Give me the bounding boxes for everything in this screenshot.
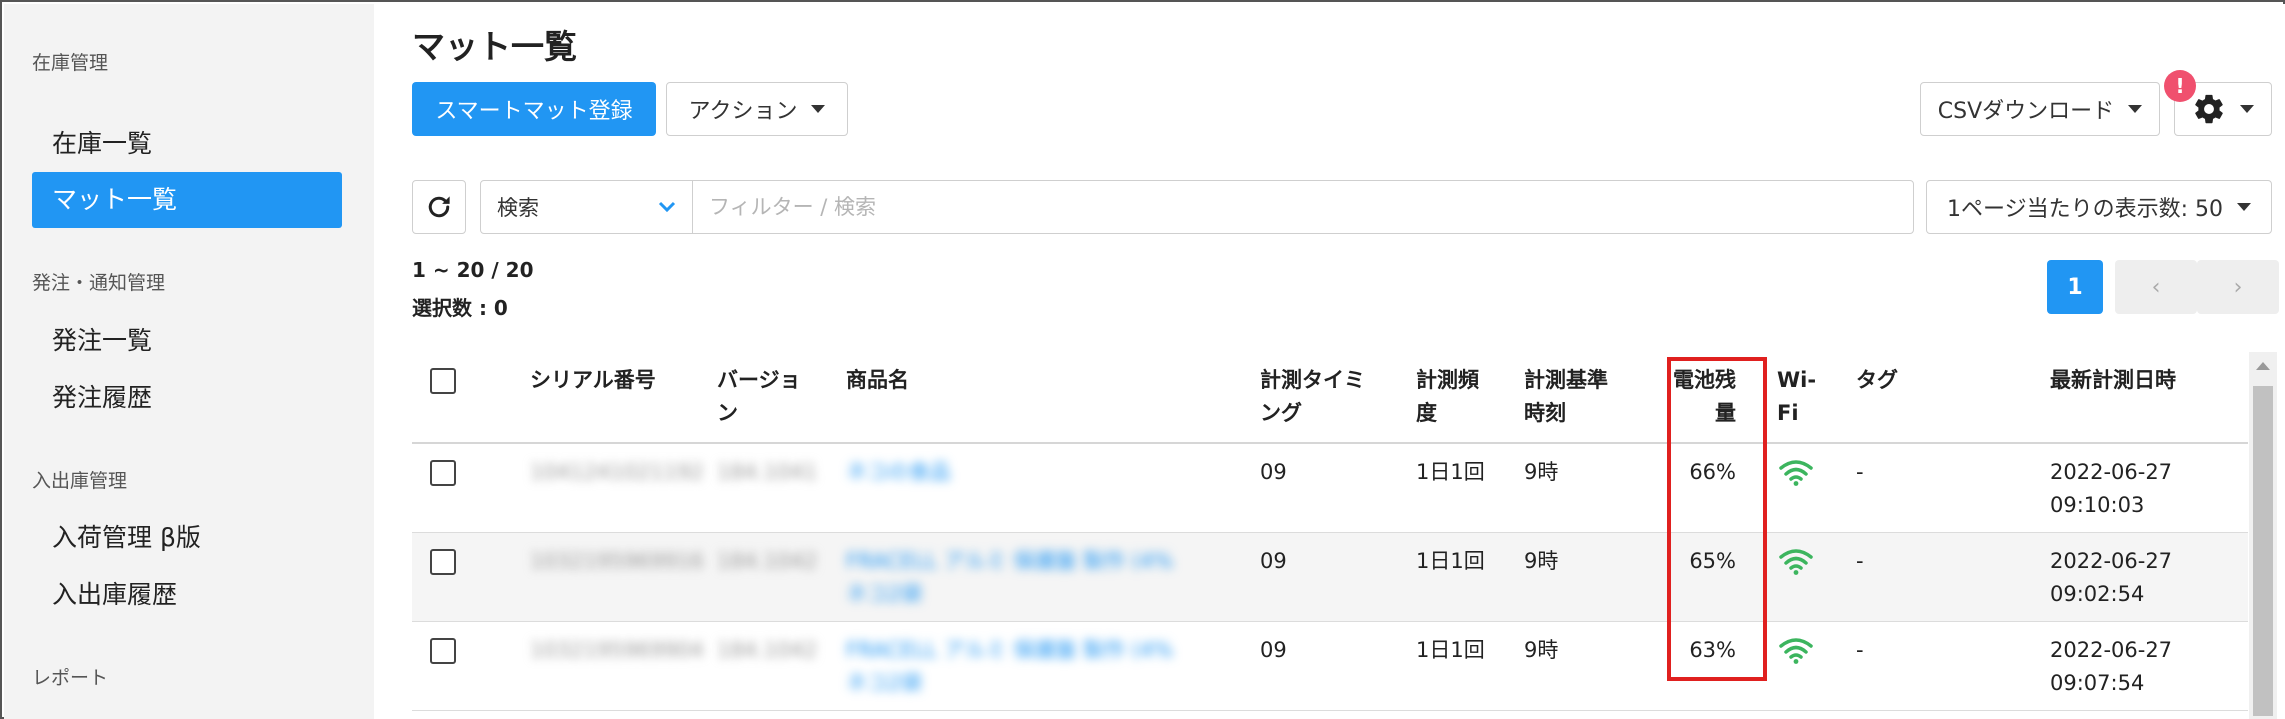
chevron-down-icon <box>2236 203 2251 211</box>
wifi-icon <box>1779 638 1813 664</box>
frequency: 1日1回 <box>1416 638 1485 662</box>
row-checkbox[interactable] <box>430 549 456 575</box>
wifi-icon <box>1779 549 1813 575</box>
sidebar-item-inventory-list[interactable]: 在庫一覧 <box>32 116 342 172</box>
search-type-label: 検索 <box>497 196 539 220</box>
column-header-frequency[interactable]: 計測頻度 <box>1416 364 1486 430</box>
base-time: 9時 <box>1524 460 1559 484</box>
action-dropdown-button[interactable]: アクション <box>666 82 848 136</box>
frequency: 1日1回 <box>1416 549 1485 573</box>
product-name: FRACELL アルミ 保護盤 製作 (4% <box>846 638 1174 662</box>
timing: 09 <box>1260 638 1287 662</box>
result-range: 1 ~ 20 / 20 <box>412 258 534 282</box>
table-row[interactable]: 1032195969904 184.1042 FRACELL アルミ 保護盤 製… <box>412 622 2248 711</box>
sidebar-item-receiving-beta[interactable]: 入荷管理 β版 <box>32 510 342 566</box>
sidebar: 在庫管理 在庫一覧 マット一覧 発注・通知管理 発注一覧 発注履歴 入出庫管理 … <box>4 4 374 719</box>
version: 184.1042 <box>717 638 818 662</box>
selected-count: 選択数 : 0 <box>412 296 508 320</box>
tag: - <box>1856 549 1864 573</box>
sidebar-item-order-history[interactable]: 発注履歴 <box>32 370 342 426</box>
csv-download-label: CSVダウンロード <box>1937 99 2115 124</box>
gear-icon <box>2195 94 2223 124</box>
search-type-select[interactable]: 検索 <box>481 181 693 233</box>
chevron-down-icon <box>658 201 676 213</box>
filter-search-input[interactable] <box>693 181 1913 233</box>
column-header-base-time[interactable]: 計測基準時刻 <box>1524 364 1624 430</box>
register-smart-mat-label: スマートマット登録 <box>435 99 633 124</box>
product-name-line-2: ネコ2袋 <box>846 582 922 606</box>
product-link[interactable]: FRACELL アルミ 保護盤 製作 (4% ネコ2袋 <box>846 545 1226 611</box>
latest-time: 09:10:03 <box>2050 493 2145 517</box>
sidebar-section-inventory: 在庫管理 <box>32 52 109 74</box>
tag: - <box>1856 638 1864 662</box>
battery-column-highlight <box>1667 357 1767 681</box>
scroll-thumb[interactable] <box>2253 386 2273 716</box>
next-page-button[interactable]: › <box>2197 260 2279 314</box>
serial-number: 1032195969916 <box>530 549 704 573</box>
base-time: 9時 <box>1524 549 1559 573</box>
tag: - <box>1856 460 1864 484</box>
prev-page-button[interactable]: ‹ <box>2115 260 2197 314</box>
column-header-product[interactable]: 商品名 <box>846 364 909 397</box>
column-header-wifi[interactable]: Wi-Fi <box>1777 364 1819 430</box>
latest-time: 09:02:54 <box>2050 582 2145 606</box>
serial-number: 1032195969904 <box>530 638 704 662</box>
table-scrollbar[interactable] <box>2249 352 2277 719</box>
per-page-dropdown[interactable]: 1ページ当たりの表示数: 50 <box>1926 180 2272 234</box>
product-link[interactable]: ネコの食品 <box>846 456 1226 489</box>
row-checkbox[interactable] <box>430 460 456 486</box>
column-header-version[interactable]: バージョン <box>717 364 817 430</box>
sidebar-section-stock-io: 入出庫管理 <box>32 470 128 492</box>
wifi-icon <box>1779 460 1813 486</box>
page-title: マット一覧 <box>412 27 577 66</box>
register-smart-mat-button[interactable]: スマートマット登録 <box>412 82 656 136</box>
notification-badge: ! <box>2164 70 2196 102</box>
timing: 09 <box>1260 460 1287 484</box>
csv-download-button[interactable]: CSVダウンロード <box>1920 82 2160 136</box>
table-row[interactable]: 1032195969916 184.1042 FRACELL アルミ 保護盤 製… <box>412 533 2248 622</box>
refresh-icon <box>428 196 450 218</box>
search-group: 検索 <box>480 180 1914 234</box>
latest-date: 2022-06-27 <box>2050 638 2173 662</box>
product-link[interactable]: FRACELL アルミ 保護盤 製作 (4% ネコ2袋 <box>846 634 1226 700</box>
action-dropdown-label: アクション <box>688 99 798 124</box>
column-header-latest[interactable]: 最新計測日時 <box>2050 364 2176 397</box>
scroll-up-arrow-icon[interactable] <box>2256 362 2270 370</box>
column-header-tag[interactable]: タグ <box>1856 364 1898 397</box>
frequency: 1日1回 <box>1416 460 1485 484</box>
main-content: マット一覧 スマートマット登録 アクション CSVダウンロード ! 検索 フィル… <box>374 4 2285 719</box>
app-frame: 在庫管理 在庫一覧 マット一覧 発注・通知管理 発注一覧 発注履歴 入出庫管理 … <box>0 0 2285 719</box>
sidebar-section-orders: 発注・通知管理 <box>32 272 166 294</box>
refresh-button[interactable] <box>412 180 466 234</box>
per-page-label: 1ページ当たりの表示数: 50 <box>1947 197 2223 222</box>
row-checkbox[interactable] <box>430 638 456 664</box>
product-name: FRACELL アルミ 保護盤 製作 (4% <box>846 549 1174 573</box>
column-header-serial[interactable]: シリアル番号 <box>530 364 656 397</box>
product-name-line-2: ネコ2袋 <box>846 671 922 695</box>
table-row[interactable]: 1041241021192 184.1041 ネコの食品 09 1日1回 9時 … <box>412 444 2248 533</box>
serial-number: 1041241021192 <box>530 460 704 484</box>
timing: 09 <box>1260 549 1287 573</box>
base-time: 9時 <box>1524 638 1559 662</box>
latest-date: 2022-06-27 <box>2050 549 2173 573</box>
sidebar-section-reports[interactable]: レポート <box>32 663 108 690</box>
latest-date: 2022-06-27 <box>2050 460 2173 484</box>
column-header-timing[interactable]: 計測タイミング <box>1260 364 1380 430</box>
version: 184.1041 <box>717 460 818 484</box>
sidebar-item-mat-list[interactable]: マット一覧 <box>32 172 342 228</box>
page-1-button[interactable]: 1 <box>2047 260 2103 314</box>
select-all-checkbox[interactable] <box>430 368 456 394</box>
product-name: ネコの食品 <box>846 460 951 484</box>
sidebar-item-stock-io-history[interactable]: 入出庫履歴 <box>32 567 342 623</box>
version: 184.1042 <box>717 549 818 573</box>
chevron-down-icon <box>2128 105 2143 113</box>
chevron-down-icon <box>2240 105 2254 113</box>
chevron-down-icon <box>811 105 826 113</box>
latest-time: 09:07:54 <box>2050 671 2145 695</box>
sidebar-item-order-list[interactable]: 発注一覧 <box>32 313 342 369</box>
